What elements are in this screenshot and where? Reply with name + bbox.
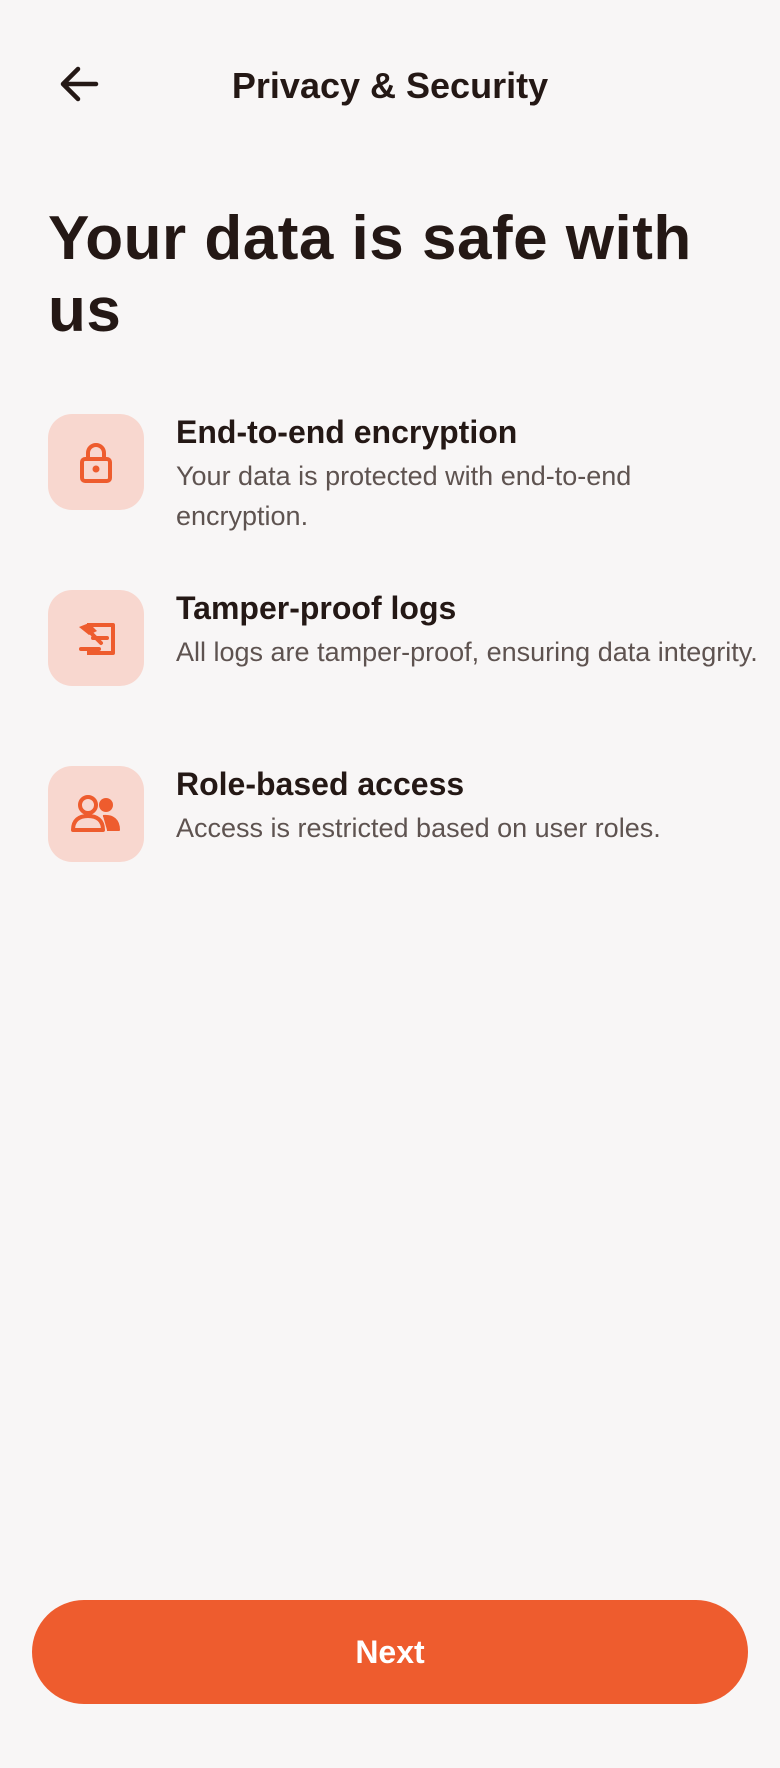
arrow-left-icon: [60, 66, 99, 102]
hero-title: Your data is safe with us: [48, 204, 692, 345]
tamper-proof-log-icon: [79, 623, 115, 655]
feature-description: All logs are tamper-proof, ensuring data…: [176, 637, 758, 667]
next-button[interactable]: Next: [32, 1600, 748, 1704]
people-icon: [71, 795, 120, 832]
feature-text: Role-based access Access is restricted b…: [176, 766, 766, 848]
feature-icon-container: [48, 590, 144, 686]
feature-text: End-to-end encryption Your data is prote…: [176, 414, 766, 536]
app-bar: Privacy & Security: [0, 42, 780, 130]
feature-icon-container: [48, 766, 144, 862]
back-button[interactable]: [40, 42, 118, 126]
feature-description: Your data is protected with end-to-end e…: [176, 461, 632, 531]
feature-description: Access is restricted based on user roles…: [176, 813, 661, 843]
feature-title: End-to-end encryption: [176, 414, 518, 450]
feature-icon-container: [48, 414, 144, 510]
feature-text: Tamper-proof logs All logs are tamper-pr…: [176, 590, 766, 672]
feature-title: Role-based access: [176, 766, 465, 802]
feature-title: Tamper-proof logs: [176, 590, 457, 626]
lock-icon: [80, 443, 112, 483]
